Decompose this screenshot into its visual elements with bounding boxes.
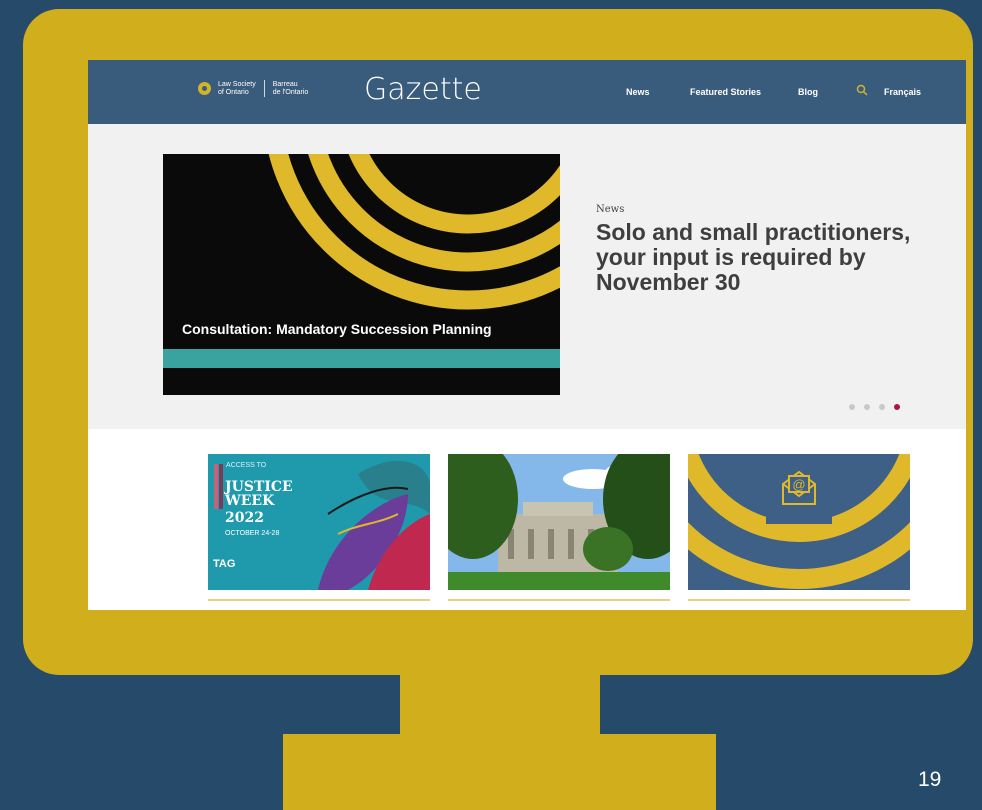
carousel-dot[interactable]	[879, 404, 885, 410]
nav-blog[interactable]: Blog	[798, 87, 818, 97]
search-icon[interactable]	[856, 84, 868, 96]
osgoode-hall-photo	[448, 454, 670, 590]
card-email[interactable]: @	[688, 454, 910, 590]
hero-image-caption: Consultation: Mandatory Succession Plann…	[182, 321, 492, 337]
card-building[interactable]	[448, 454, 670, 590]
card-justice-week[interactable]: ACCESS TO JUSTICE WEEK 2022 OCTOBER 24-2…	[208, 454, 430, 590]
carousel-dot[interactable]	[864, 404, 870, 410]
logo-french: Barreau de l'Ontario	[273, 81, 309, 97]
logo-line-1: Law Society	[218, 80, 256, 88]
site-title[interactable]: Gazette	[364, 72, 482, 107]
card-underline	[688, 599, 910, 601]
monitor-base	[283, 734, 716, 810]
monitor-neck	[400, 674, 600, 736]
slide-number: 19	[918, 768, 942, 791]
teal-band	[163, 349, 560, 368]
monitor-frame: Law Society of Ontario Barreau de l'Onta…	[23, 9, 973, 675]
logo-ring-icon	[198, 82, 211, 95]
logo-english: Law Society of Ontario	[218, 81, 256, 97]
carousel-dot-active[interactable]	[894, 404, 900, 410]
hero-carousel: Consultation: Mandatory Succession Plann…	[88, 124, 966, 429]
law-society-logo[interactable]: Law Society of Ontario Barreau de l'Onta…	[198, 80, 308, 97]
email-at-icon: @	[782, 470, 816, 505]
feather-illustration	[318, 460, 430, 590]
hero-headline[interactable]: Solo and small practitioners, your input…	[596, 220, 926, 295]
hero-category[interactable]: News	[596, 204, 624, 215]
language-toggle[interactable]: Français	[884, 87, 921, 97]
card-underline	[448, 599, 670, 601]
carousel-dot[interactable]	[849, 404, 855, 410]
nav-news[interactable]: News	[626, 87, 650, 97]
nav-featured-stories[interactable]: Featured Stories	[690, 87, 761, 97]
svg-text:@: @	[792, 477, 805, 492]
logo-line-2: of Ontario	[218, 88, 249, 96]
hero-image[interactable]: Consultation: Mandatory Succession Plann…	[163, 154, 560, 395]
carousel-dots	[849, 404, 900, 410]
logo-divider	[263, 80, 265, 97]
logo-fr-line-1: Barreau	[272, 80, 298, 88]
logo-fr-line-2: de l'Ontario	[272, 88, 309, 96]
card-underline	[208, 599, 430, 601]
website-screen: Law Society of Ontario Barreau de l'Onta…	[88, 60, 966, 610]
site-header: Law Society of Ontario Barreau de l'Onta…	[88, 60, 966, 124]
